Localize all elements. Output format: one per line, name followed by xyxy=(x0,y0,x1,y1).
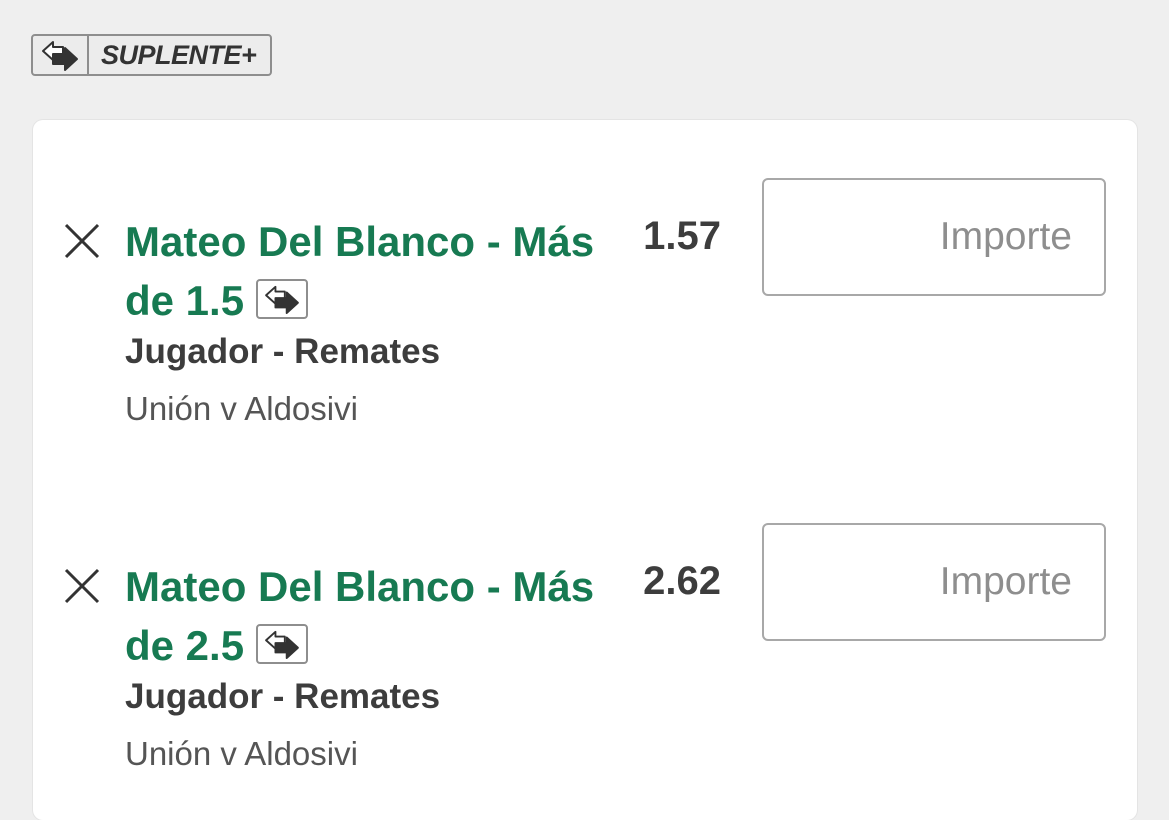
market-name: Jugador - Remates xyxy=(125,677,441,716)
selection-name: Mateo Del Blanco - Más de 1.5 xyxy=(125,212,595,330)
selection-name: Mateo Del Blanco - Más de 2.5 xyxy=(125,557,595,675)
remove-bet-button[interactable] xyxy=(63,222,101,260)
bet-item: Mateo Del Blanco - Más de 2.5 2.62 Jugad… xyxy=(33,465,1137,772)
substitute-arrows-icon xyxy=(33,36,89,74)
bet-item: Mateo Del Blanco - Más de 1.5 1.57 Jugad… xyxy=(33,120,1137,427)
market-name: Jugador - Remates xyxy=(125,332,441,371)
close-icon xyxy=(64,223,100,259)
bet-odds[interactable]: 2.62 xyxy=(643,559,721,604)
event-name: Unión v Aldosivi xyxy=(125,390,358,427)
substitute-icon xyxy=(256,278,309,319)
selection-label: Mateo Del Blanco - Más de 1.5 xyxy=(125,218,595,324)
stake-input[interactable] xyxy=(762,523,1106,641)
bet-odds[interactable]: 1.57 xyxy=(643,214,721,259)
event-name: Unión v Aldosivi xyxy=(125,735,358,772)
selection-label: Mateo Del Blanco - Más de 2.5 xyxy=(125,563,595,669)
bet-slip-card: Mateo Del Blanco - Más de 1.5 1.57 Jugad… xyxy=(33,120,1137,820)
stake-input[interactable] xyxy=(762,178,1106,296)
close-icon xyxy=(64,568,100,604)
substitute-icon xyxy=(256,623,309,664)
suplente-plus-badge: SUPLENTE+ xyxy=(31,34,273,76)
remove-bet-button[interactable] xyxy=(63,567,101,605)
badge-label: SUPLENTE+ xyxy=(101,39,257,70)
